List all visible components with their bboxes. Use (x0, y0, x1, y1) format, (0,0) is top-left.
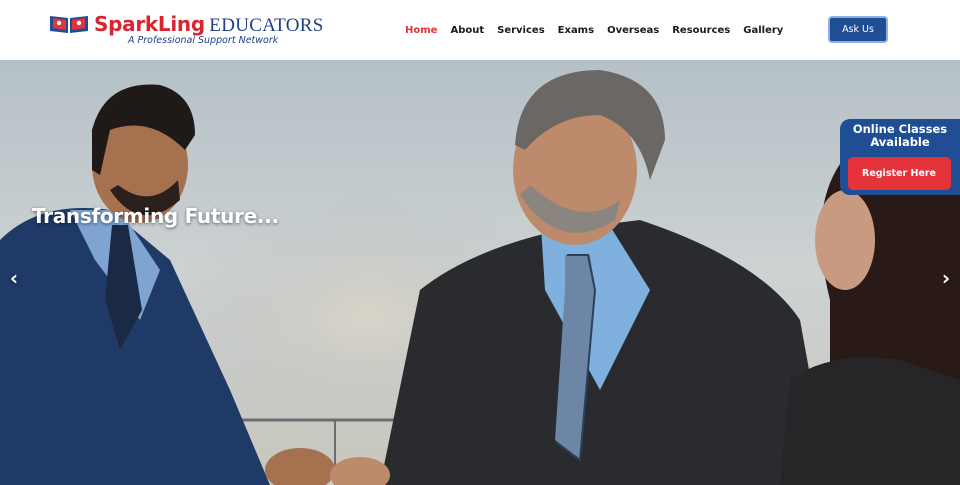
nav-item-resources[interactable]: Resources (672, 25, 730, 36)
main-nav: Home About Services Exams Overseas Resou… (405, 0, 796, 60)
nav-item-gallery[interactable]: Gallery (743, 25, 783, 36)
online-classes-panel: Online Classes Available Register Here (840, 119, 960, 195)
hero-heading: Transforming Future... (32, 204, 279, 228)
chevron-right-icon[interactable]: › (934, 266, 958, 290)
hero-image (0, 60, 960, 485)
nav-item-exams[interactable]: Exams (558, 25, 594, 36)
hero-slider: Transforming Future... ‹ › (0, 60, 960, 485)
nav-item-services[interactable]: Services (497, 25, 545, 36)
nav-item-overseas[interactable]: Overseas (607, 25, 659, 36)
nav-item-home[interactable]: Home (405, 25, 437, 36)
site-header: SparkLing EDUCATORS A Professional Suppo… (0, 0, 960, 60)
nav-item-about[interactable]: About (450, 25, 484, 36)
open-book-icon (50, 16, 88, 33)
online-classes-title: Online Classes Available (852, 122, 948, 149)
brand-tagline: A Professional Support Network (128, 35, 279, 46)
register-button[interactable]: Register Here (848, 157, 951, 190)
brand-name-spark: SparkLing (94, 12, 205, 36)
brand-name-educators: EDUCATORS (209, 15, 324, 36)
brand-logo[interactable]: SparkLing EDUCATORS A Professional Suppo… (48, 10, 323, 50)
ask-us-button[interactable]: Ask Us (828, 16, 888, 43)
chevron-left-icon[interactable]: ‹ (2, 266, 26, 290)
